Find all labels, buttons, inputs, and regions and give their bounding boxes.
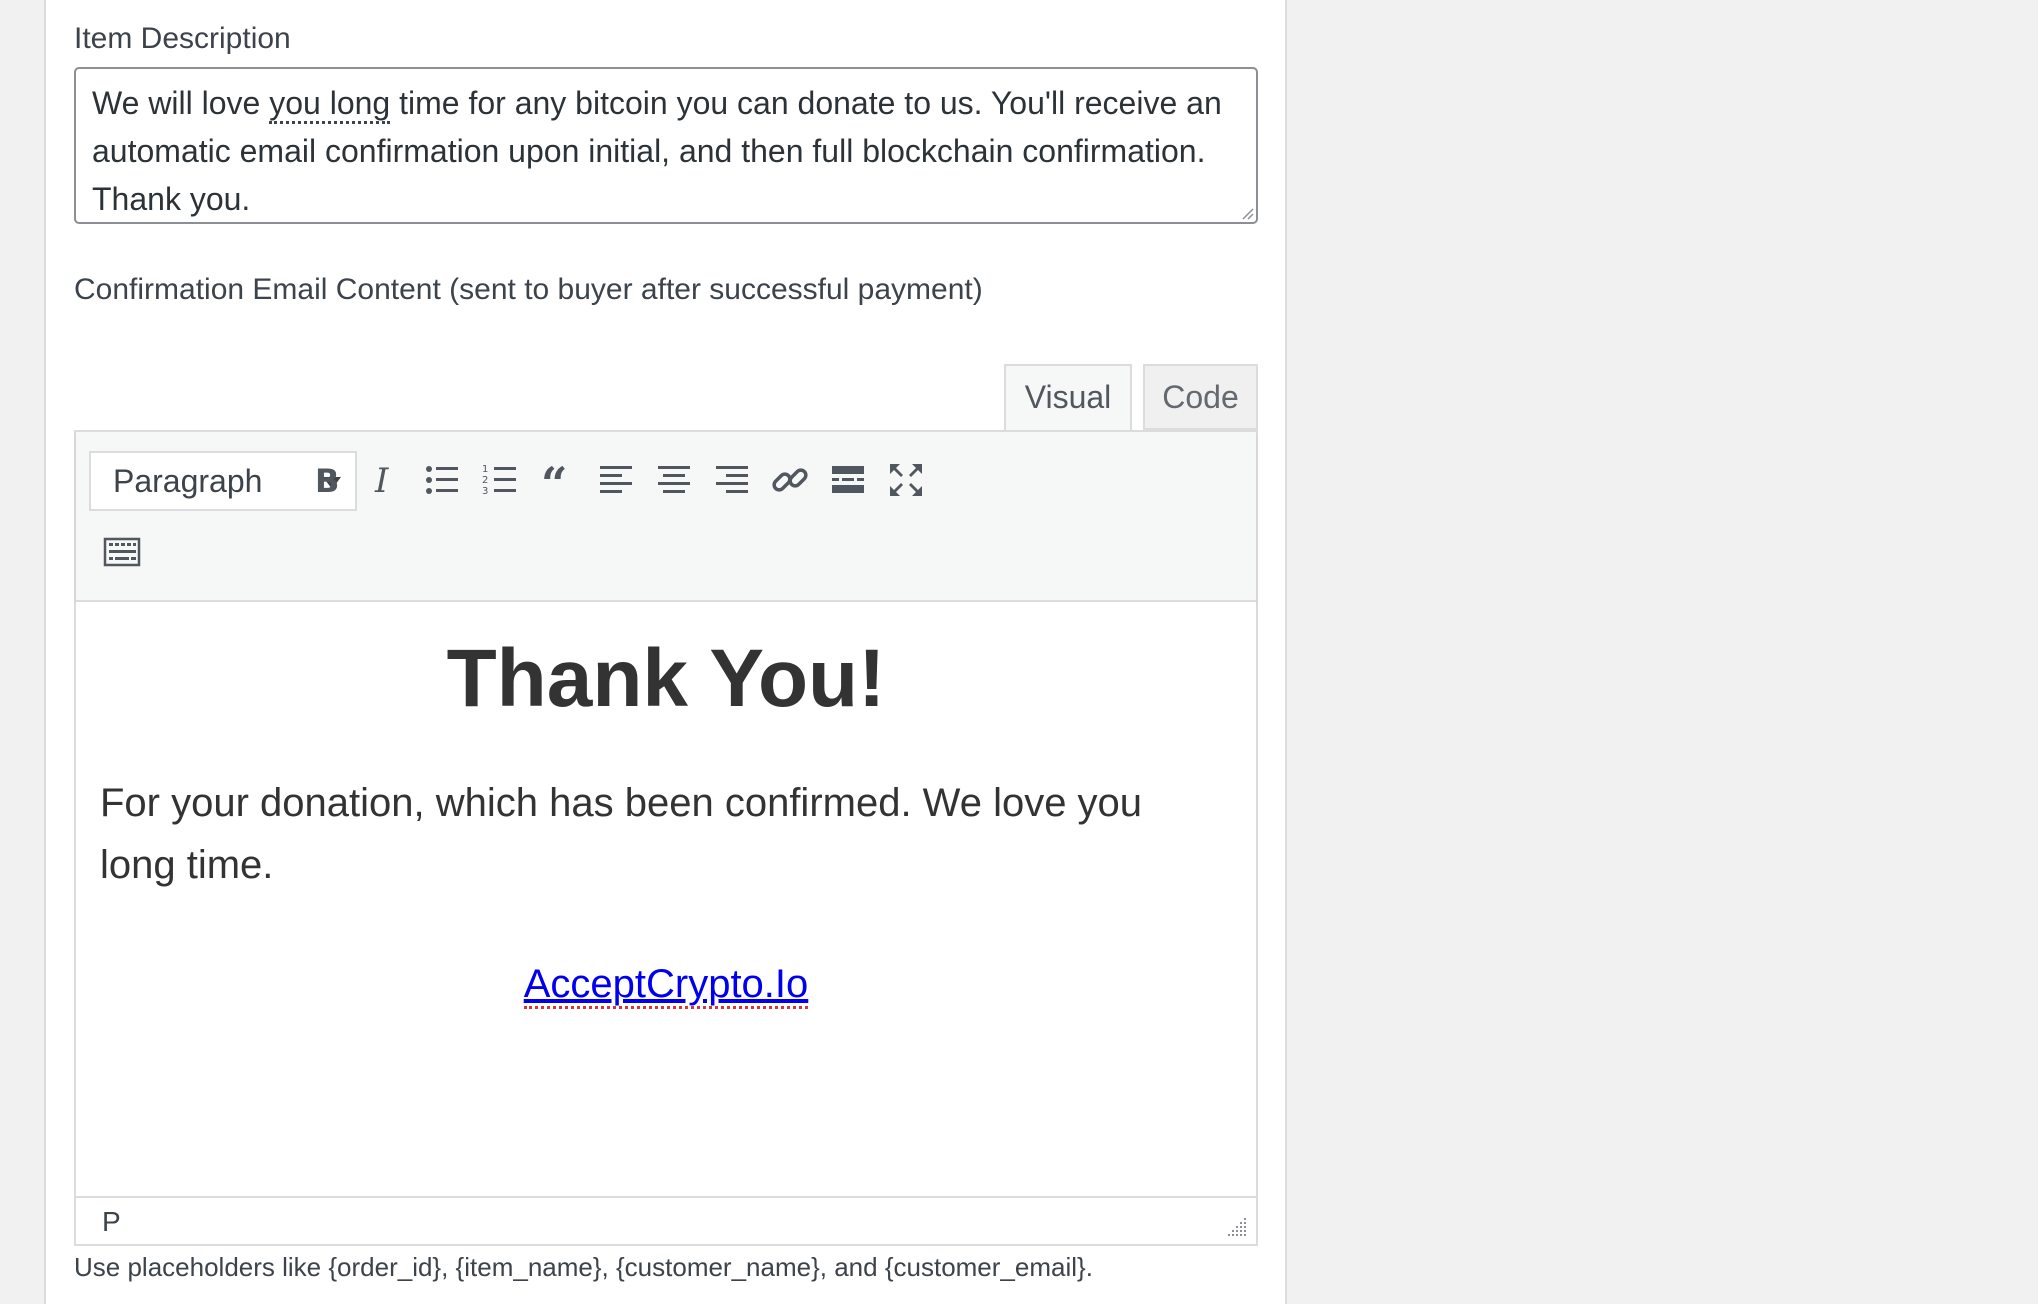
bullet-list-button[interactable] [414, 452, 470, 508]
description-text-start: We will love [92, 85, 270, 121]
fullscreen-icon [890, 464, 922, 496]
bullet-list-icon [426, 466, 458, 494]
email-paragraph: For your donation, which has been confir… [100, 781, 1143, 887]
read-more-button[interactable] [820, 452, 876, 508]
numbered-list-button[interactable]: 1 2 3 [472, 452, 528, 508]
email-link-line: AcceptCrypto.Io [76, 962, 1256, 1009]
editor-toolbar: Paragraph B I 1 2 3 “ [76, 432, 1256, 602]
item-description-textarea[interactable]: We will love you long time for any bitco… [74, 67, 1258, 224]
fullscreen-button[interactable] [878, 452, 934, 508]
format-select-value: Paragraph [113, 463, 263, 499]
resize-handle-icon[interactable] [1240, 206, 1254, 220]
align-right-button[interactable] [704, 452, 760, 508]
description-text-marked: you long [269, 85, 391, 124]
svg-text:I: I [374, 461, 389, 500]
align-left-button[interactable] [588, 452, 644, 508]
align-right-icon [716, 466, 748, 493]
toolbar-toggle-button[interactable] [94, 524, 150, 580]
bold-button[interactable]: B [298, 452, 354, 508]
italic-icon: I [374, 461, 389, 500]
align-center-button[interactable] [646, 452, 702, 508]
align-center-icon [658, 466, 690, 493]
editor-statusbar: P [76, 1196, 1256, 1244]
numbered-list-icon: 1 2 3 [482, 464, 516, 497]
blockquote-button[interactable]: “ [530, 452, 586, 508]
svg-text:3: 3 [482, 486, 488, 497]
svg-text:B: B [315, 462, 339, 500]
svg-text:1: 1 [482, 464, 488, 475]
email-editor: Paragraph B I 1 2 3 “ Thank You! For you… [74, 430, 1258, 1246]
confirmation-email-label: Confirmation Email Content (sent to buye… [74, 273, 983, 306]
email-heading: Thank You! [446, 633, 886, 724]
item-description-label: Item Description [74, 22, 291, 55]
tab-code[interactable]: Code [1143, 364, 1258, 430]
read-more-icon [832, 466, 864, 493]
tab-visual[interactable]: Visual [1004, 364, 1132, 432]
accept-crypto-link[interactable]: AcceptCrypto.Io [523, 962, 809, 1009]
align-left-icon [600, 466, 632, 493]
editor-content[interactable]: Thank You! For your donation, which has … [76, 602, 1256, 1198]
element-path[interactable]: P [102, 1206, 121, 1238]
bold-icon: B [315, 462, 339, 500]
link-button[interactable] [762, 452, 818, 508]
resize-grip-icon[interactable] [1226, 1216, 1248, 1238]
italic-button[interactable]: I [356, 452, 412, 508]
toolbar-toggle-icon [103, 537, 141, 567]
link-icon [772, 468, 808, 492]
svg-text:2: 2 [482, 475, 488, 486]
placeholder-hint: Use placeholders like {order_id}, {item_… [74, 1252, 1093, 1282]
blockquote-icon: “ [541, 460, 567, 500]
svg-text:“: “ [541, 460, 567, 500]
